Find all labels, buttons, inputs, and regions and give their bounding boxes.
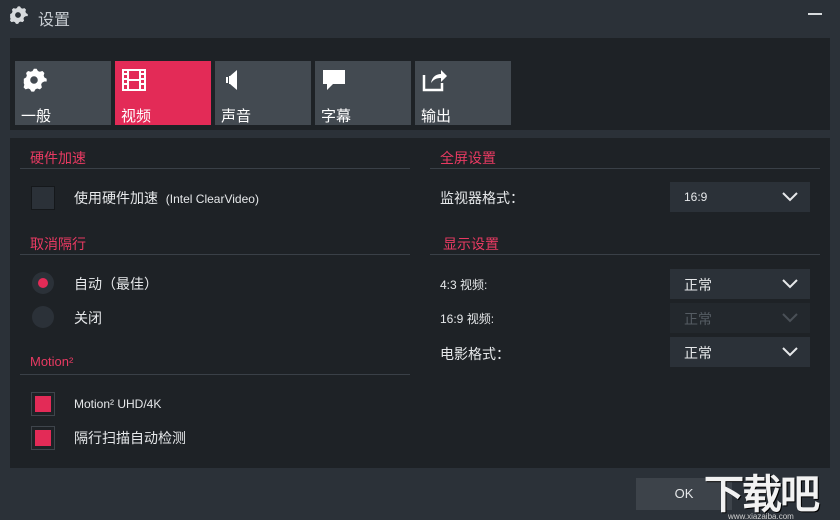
tab-label: 视频 — [121, 108, 152, 125]
deinterlace-off-radio[interactable] — [32, 306, 54, 328]
section-title-fullscreen: 全屏设置 — [440, 150, 496, 166]
gear-icon — [23, 68, 47, 92]
section-title-hardware-accel: 硬件加速 — [30, 150, 86, 166]
film-format-select[interactable]: 正常 — [670, 337, 810, 367]
speaker-icon — [225, 70, 237, 90]
aspect-16-9-select: 正常 — [670, 303, 810, 333]
gear-icon — [10, 6, 28, 24]
tab-subtitles[interactable]: 字幕 — [315, 61, 411, 125]
divider — [430, 254, 820, 255]
section-title-display: 显示设置 — [443, 236, 499, 252]
tab-output[interactable]: 输出 — [415, 61, 511, 125]
chevron-down-icon — [782, 192, 798, 202]
tab-strip: 一般 视频 声音 字幕 输出 — [10, 38, 830, 130]
hardware-accel-label: 使用硬件加速 (Intel ClearVideo) — [74, 190, 259, 206]
select-value: 正常 — [684, 277, 712, 293]
title-bar: 设置 — [0, 0, 840, 32]
tab-video[interactable]: 视频 — [115, 61, 211, 125]
deinterlace-auto-radio[interactable] — [32, 272, 54, 294]
interlace-autodetect-checkbox[interactable] — [31, 426, 55, 450]
export-icon — [422, 70, 447, 92]
deinterlace-auto-label: 自动（最佳） — [74, 276, 158, 292]
tab-label: 一般 — [21, 108, 52, 125]
watermark-logo: 下载吧 www.xiazaiba.com — [700, 462, 840, 520]
tab-general[interactable]: 一般 — [15, 61, 111, 125]
divider — [20, 254, 410, 255]
monitor-format-select[interactable]: 16:9 — [670, 182, 810, 212]
divider — [430, 168, 820, 169]
aspect-4-3-label: 4:3 视频: — [440, 278, 488, 292]
divider — [20, 374, 410, 375]
settings-panel: 硬件加速 使用硬件加速 (Intel ClearVideo) 取消隔行 自动（最… — [10, 138, 830, 468]
tab-audio[interactable]: 声音 — [215, 61, 311, 125]
speech-bubble-icon — [323, 70, 345, 90]
tab-label: 字幕 — [321, 108, 352, 125]
interlace-autodetect-label: 隔行扫描自动检测 — [74, 430, 186, 446]
chevron-down-icon — [782, 279, 798, 289]
tab-label: 声音 — [221, 108, 252, 125]
hardware-accel-checkbox[interactable] — [31, 186, 55, 210]
aspect-16-9-label: 16:9 视频: — [440, 312, 495, 326]
film-icon — [122, 69, 146, 91]
select-value: 正常 — [684, 311, 712, 327]
select-value: 正常 — [684, 345, 712, 361]
deinterlace-off-label: 关闭 — [74, 310, 102, 326]
select-value: 16:9 — [684, 190, 708, 204]
motion-uhd-label: Motion² UHD/4K — [74, 397, 162, 411]
chevron-down-icon — [782, 347, 798, 357]
monitor-format-label: 监视器格式： — [440, 190, 524, 206]
chevron-down-icon — [782, 313, 798, 323]
section-title-motion: Motion² — [30, 354, 74, 369]
watermark-url: www.xiazaiba.com — [728, 512, 794, 520]
aspect-4-3-select[interactable]: 正常 — [670, 269, 810, 299]
minimize-button[interactable] — [800, 2, 830, 24]
tab-label: 输出 — [421, 108, 452, 125]
section-title-deinterlace: 取消隔行 — [30, 236, 86, 252]
motion-uhd-checkbox[interactable] — [31, 392, 55, 416]
window-title: 设置 — [38, 12, 71, 29]
film-format-label: 电影格式： — [440, 346, 510, 362]
divider — [20, 168, 410, 169]
